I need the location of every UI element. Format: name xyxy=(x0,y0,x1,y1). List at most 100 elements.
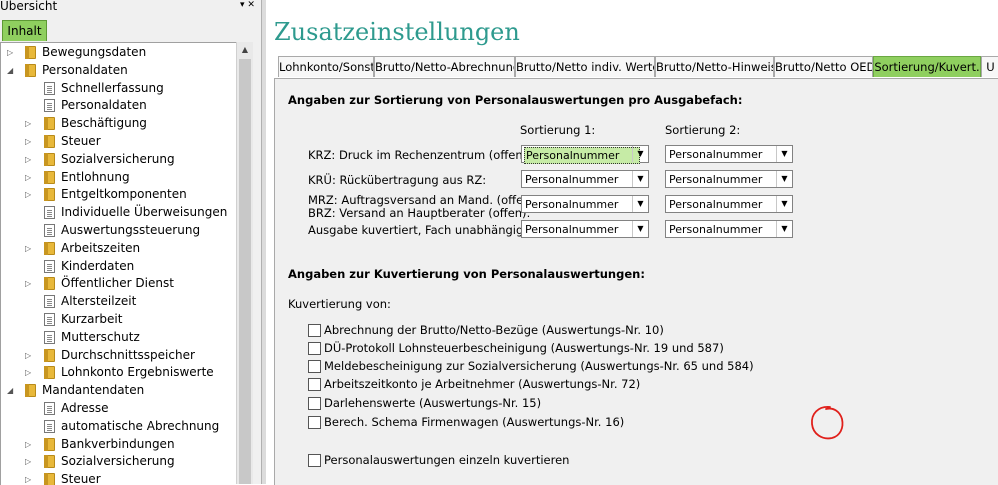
dropdown-arrow-icon[interactable]: ▼ xyxy=(632,146,648,162)
sort-row-label: KRÜ: Rückübertragung aus RZ: xyxy=(308,173,487,187)
tree-item[interactable]: ▷ Bankverbindungen xyxy=(1,436,237,453)
tree-item-label: Sozialversicherung xyxy=(61,151,175,166)
folder-icon xyxy=(44,241,55,255)
overview-title-bar: Übersicht ▾ ✕ xyxy=(0,0,261,14)
document-icon xyxy=(44,295,55,309)
red-circle-annotation xyxy=(811,406,844,440)
navigation-tree: ▷ Bewegungsdaten ◢ Personaldaten Schnellerfa… xyxy=(0,42,237,485)
dropdown-arrow-icon[interactable]: ▼ xyxy=(776,171,792,187)
tree-item[interactable]: ▷ Beschäftigung xyxy=(1,115,237,132)
tree-item-label: Schnellerfassung xyxy=(61,80,164,95)
tree-item[interactable]: ▷ Durchschnittsspeicher xyxy=(1,347,237,364)
tree-item[interactable]: ▷ Arbeitszeiten xyxy=(1,240,237,257)
tree-item[interactable]: Kinderdaten xyxy=(1,258,237,275)
tab-inhalt[interactable]: Inhalt xyxy=(2,20,47,41)
checkbox-due-protokoll[interactable] xyxy=(308,342,321,355)
tree-item-label: Personaldaten xyxy=(42,62,128,77)
sort2-krz-select[interactable]: Personalnummer ▼ xyxy=(665,145,793,163)
sort-row-label: KRZ: Druck im Rechenzentrum (offen): xyxy=(308,148,531,162)
tree-item[interactable]: Schnellerfassung xyxy=(1,80,237,97)
tab-brutto-netto-oed[interactable]: Brutto/Netto OED xyxy=(774,56,873,77)
tree-item-label: Entlohnung xyxy=(61,169,130,184)
tree-item[interactable]: ▷ Bewegungsdaten xyxy=(1,44,237,61)
tab-lohnkonto[interactable]: Lohnkonto/Sonst. xyxy=(278,56,374,77)
checkbox-abrechnung[interactable] xyxy=(308,324,321,337)
tree-scrollbar[interactable]: ▲ xyxy=(236,42,253,484)
collapsed-arrow-icon[interactable]: ▷ xyxy=(25,347,35,364)
dropdown-arrow-icon[interactable]: ▼ xyxy=(632,196,648,212)
dropdown-arrow-icon[interactable]: ▼ xyxy=(776,146,792,162)
tree-item[interactable]: ▷ Entlohnung xyxy=(1,169,237,186)
folder-icon xyxy=(25,46,36,59)
collapsed-arrow-icon[interactable]: ▷ xyxy=(25,453,35,470)
kuvert-sublabel: Kuvertierung von: xyxy=(288,297,391,311)
sort1-kru-select[interactable]: Personalnummer ▼ xyxy=(521,170,649,188)
tree-item[interactable]: ▷ Entgeltkomponenten xyxy=(1,186,237,203)
tree-item[interactable]: automatische Abrechnung xyxy=(1,418,237,435)
close-icon[interactable]: ✕ xyxy=(247,0,255,10)
collapsed-arrow-icon[interactable]: ▷ xyxy=(25,115,35,132)
tree-item[interactable]: ▷ Sozialversicherung xyxy=(1,453,237,470)
sort2-kuvertiert-select[interactable]: Personalnummer ▼ xyxy=(665,220,793,238)
tree-item[interactable]: ▷ Lohnkonto Ergebniswerte xyxy=(1,364,237,381)
checkbox-darlehenswerte[interactable] xyxy=(308,397,321,410)
collapsed-arrow-icon[interactable]: ▷ xyxy=(25,169,35,186)
tree-item[interactable]: ▷ Steuer xyxy=(1,471,237,485)
tab-brutto-netto-indiv-werte[interactable]: Brutto/Netto indiv. Werte xyxy=(515,56,655,77)
tree-item[interactable]: Individuelle Überweisungen xyxy=(1,204,237,221)
collapsed-arrow-icon[interactable]: ▷ xyxy=(7,44,17,61)
tree-item[interactable]: ▷ Sozialversicherung xyxy=(1,151,237,168)
collapsed-arrow-icon[interactable]: ▷ xyxy=(25,133,35,150)
sort-row-label: MRZ: Auftragsversand an Mand. (offen)/ xyxy=(308,193,539,207)
dropdown-arrow-icon[interactable]: ▼ xyxy=(776,221,792,237)
collapsed-arrow-icon[interactable]: ▷ xyxy=(25,364,35,381)
sort1-krz-select[interactable]: Personalnummer ▼ xyxy=(521,145,649,164)
collapsed-arrow-icon[interactable]: ▷ xyxy=(25,275,35,292)
document-icon xyxy=(44,224,55,237)
tab-brutto-netto-hinweis[interactable]: Brutto/Netto-Hinweis xyxy=(655,56,774,77)
tab-sortierung-kuvert[interactable]: Sortierung/Kuvert. xyxy=(873,56,981,77)
document-icon xyxy=(44,206,55,220)
scroll-thumb[interactable] xyxy=(239,59,251,484)
sort-row-label: Ausgabe kuvertiert, Fach unabhängig: xyxy=(308,223,528,237)
scroll-up-arrow-icon[interactable]: ▲ xyxy=(237,42,253,58)
dropdown-arrow-icon[interactable]: ▼ xyxy=(632,171,648,187)
checkbox-label: Darlehenswerte (Auswertungs-Nr. 15) xyxy=(324,396,542,410)
tree-item[interactable]: Personaldaten xyxy=(1,97,237,114)
tree-item[interactable]: Adresse xyxy=(1,400,237,417)
expanded-arrow-icon[interactable]: ◢ xyxy=(7,62,17,79)
checkbox-einzeln-kuvertieren[interactable] xyxy=(308,454,321,467)
dropdown-arrow-icon[interactable]: ▼ xyxy=(632,221,648,237)
pin-icon[interactable]: ▾ xyxy=(240,0,245,10)
checkbox-firmenwagen[interactable] xyxy=(308,416,321,429)
tree-item[interactable]: ▷ Öffentlicher Dienst xyxy=(1,275,237,292)
folder-icon xyxy=(44,170,55,184)
collapsed-arrow-icon[interactable]: ▷ xyxy=(25,436,35,453)
sort2-kru-select[interactable]: Personalnummer ▼ xyxy=(665,170,793,188)
tab-u[interactable]: U xyxy=(981,56,998,77)
tree-item[interactable]: ▷ Steuer xyxy=(1,133,237,150)
checkbox-label: DÜ-Protokoll Lohnsteuerbescheinigung (Au… xyxy=(324,341,724,355)
tree-item[interactable]: Auswertungssteuerung xyxy=(1,222,237,239)
collapsed-arrow-icon[interactable]: ▷ xyxy=(25,471,35,485)
collapsed-arrow-icon[interactable]: ▷ xyxy=(25,240,35,257)
tree-item[interactable]: ◢ Mandantendaten xyxy=(1,382,237,399)
kuvert-heading: Angaben zur Kuvertierung von Personalaus… xyxy=(288,267,645,281)
tree-item[interactable]: Mutterschutz xyxy=(1,329,237,346)
checkbox-meldebescheinigung[interactable] xyxy=(308,360,321,373)
checkbox-arbeitszeitkonto[interactable] xyxy=(308,378,321,391)
sort1-mrz-select[interactable]: Personalnummer ▼ xyxy=(521,195,649,213)
tree-item[interactable]: Altersteilzeit xyxy=(1,293,237,310)
tree-item[interactable]: Kurzarbeit xyxy=(1,311,237,328)
sort1-kuvertiert-select[interactable]: Personalnummer ▼ xyxy=(521,220,649,238)
folder-icon xyxy=(44,366,55,380)
collapsed-arrow-icon[interactable]: ▷ xyxy=(25,186,35,203)
collapsed-arrow-icon[interactable]: ▷ xyxy=(25,151,35,168)
sort2-mrz-select[interactable]: Personalnummer ▼ xyxy=(665,195,793,213)
tab-brutto-netto-abrechnung[interactable]: Brutto/Netto-Abrechnung xyxy=(374,56,515,77)
tree-item-label: Arbeitszeiten xyxy=(61,240,141,255)
dropdown-arrow-icon[interactable]: ▼ xyxy=(776,196,792,212)
tree-item[interactable]: ◢ Personaldaten xyxy=(1,62,237,79)
sort-col2-header: Sortierung 2: xyxy=(665,123,741,137)
expanded-arrow-icon[interactable]: ◢ xyxy=(7,382,17,399)
